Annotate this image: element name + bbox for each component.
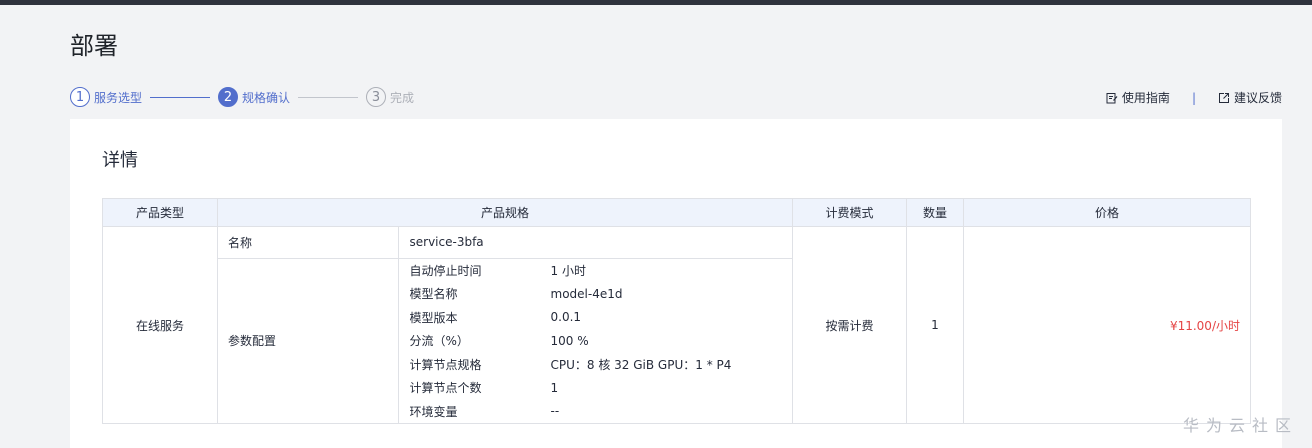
cell-price: ¥11.00/小时 — [963, 226, 1251, 424]
header-product-type: 产品类型 — [102, 198, 218, 227]
param-row: 自动停止时间 1 小时 — [399, 259, 793, 283]
feedback-label: 建议反馈 — [1233, 91, 1282, 105]
table-header-row: 产品类型 产品规格 计费模式 数量 价格 — [102, 198, 1251, 227]
step-complete: 3 完成 — [366, 87, 414, 107]
header-quantity: 数量 — [906, 198, 964, 227]
param-row: 环境变量 -- — [399, 400, 793, 424]
param-row: 计算节点规格 CPU：8 核 32 GiB GPU：1 * P4 — [399, 353, 793, 377]
spec-params-row: 参数配置 自动停止时间 1 小时 模型名称 model-4e1d 模型版本 0.0.1… — [218, 258, 792, 423]
step-indicator: 1 服务选型 2 规格确认 3 完成 — [70, 87, 414, 107]
external-link-icon — [1218, 92, 1229, 103]
param-key: 计算节点规格 — [409, 357, 482, 372]
header-price: 价格 — [963, 198, 1251, 227]
param-key: 环境变量 — [409, 404, 458, 419]
user-guide-label: 使用指南 — [1121, 91, 1170, 105]
step-connector — [150, 96, 211, 98]
detail-table: 产品类型 产品规格 计费模式 数量 价格 在线服务 名称 service-3bf… — [102, 198, 1251, 424]
spec-name-row: 名称 service-3bfa — [218, 227, 792, 259]
step-number: 1 — [70, 87, 90, 107]
step-spec-confirm: 2 规格确认 — [218, 87, 290, 107]
page-title: 部署 — [70, 32, 118, 60]
user-guide-link[interactable]: 使用指南 — [1106, 89, 1170, 106]
param-key: 模型名称 — [409, 287, 458, 302]
param-value: 1 小时 — [550, 263, 586, 278]
step-number: 3 — [366, 87, 387, 107]
param-key: 分流（%） — [409, 334, 469, 349]
param-value: 100 % — [550, 333, 589, 348]
header-links: 使用指南 | 建议反馈 — [1106, 89, 1282, 106]
spec-table: 名称 service-3bfa 参数配置 自动停止时间 1 小时 模型名称 mode… — [218, 227, 792, 423]
param-value: CPU：8 核 32 GiB GPU：1 * P4 — [550, 357, 732, 372]
watermark: 华为云社区 — [1182, 416, 1298, 435]
param-key: 自动停止时间 — [409, 263, 482, 278]
spec-name-value: service-3bfa — [398, 227, 792, 259]
param-value: 0.0.1 — [550, 310, 582, 325]
step-connector — [298, 96, 359, 98]
detail-card: 详情 产品类型 产品规格 计费模式 数量 价格 在线服务 名称 service-… — [70, 119, 1282, 448]
param-value: 1 — [550, 380, 559, 395]
param-key: 模型版本 — [409, 310, 458, 325]
spec-params-list: 自动停止时间 1 小时 模型名称 model-4e1d 模型版本 0.0.1 分流（%… — [398, 258, 792, 423]
param-key: 计算节点个数 — [409, 381, 482, 396]
step-number: 2 — [218, 87, 239, 107]
step-label: 服务选型 — [94, 90, 143, 105]
table-row: 在线服务 名称 service-3bfa 参数配置 自动停止时间1 小时 模型 — [102, 226, 1251, 424]
param-row: 分流（%） 100 % — [399, 329, 793, 353]
edit-doc-icon — [1106, 92, 1118, 103]
spec-params-key: 参数配置 — [218, 258, 399, 423]
param-value: -- — [550, 404, 560, 419]
cell-product-spec: 名称 service-3bfa 参数配置 自动停止时间 1 小时 模型名称 mode… — [217, 226, 793, 424]
cell-product-type: 在线服务 — [102, 226, 218, 424]
step-label: 完成 — [390, 90, 415, 105]
step-service-selection[interactable]: 1 服务选型 — [70, 87, 142, 107]
spec-name-key: 名称 — [218, 227, 399, 259]
cell-billing-mode: 按需计费 — [792, 226, 907, 424]
header-product-spec: 产品规格 — [217, 198, 793, 227]
feedback-link[interactable]: 建议反馈 — [1218, 89, 1282, 106]
param-row: 模型版本 0.0.1 — [399, 306, 793, 330]
param-value: model-4e1d — [550, 286, 623, 301]
step-label: 规格确认 — [242, 90, 291, 105]
link-divider: | — [1191, 90, 1196, 105]
cell-quantity: 1 — [906, 226, 964, 424]
header-billing-mode: 计费模式 — [792, 198, 907, 227]
top-bar — [0, 0, 1312, 5]
param-row: 计算节点个数 1 — [399, 376, 793, 400]
card-title: 详情 — [102, 150, 138, 171]
param-row: 模型名称 model-4e1d — [399, 282, 793, 306]
